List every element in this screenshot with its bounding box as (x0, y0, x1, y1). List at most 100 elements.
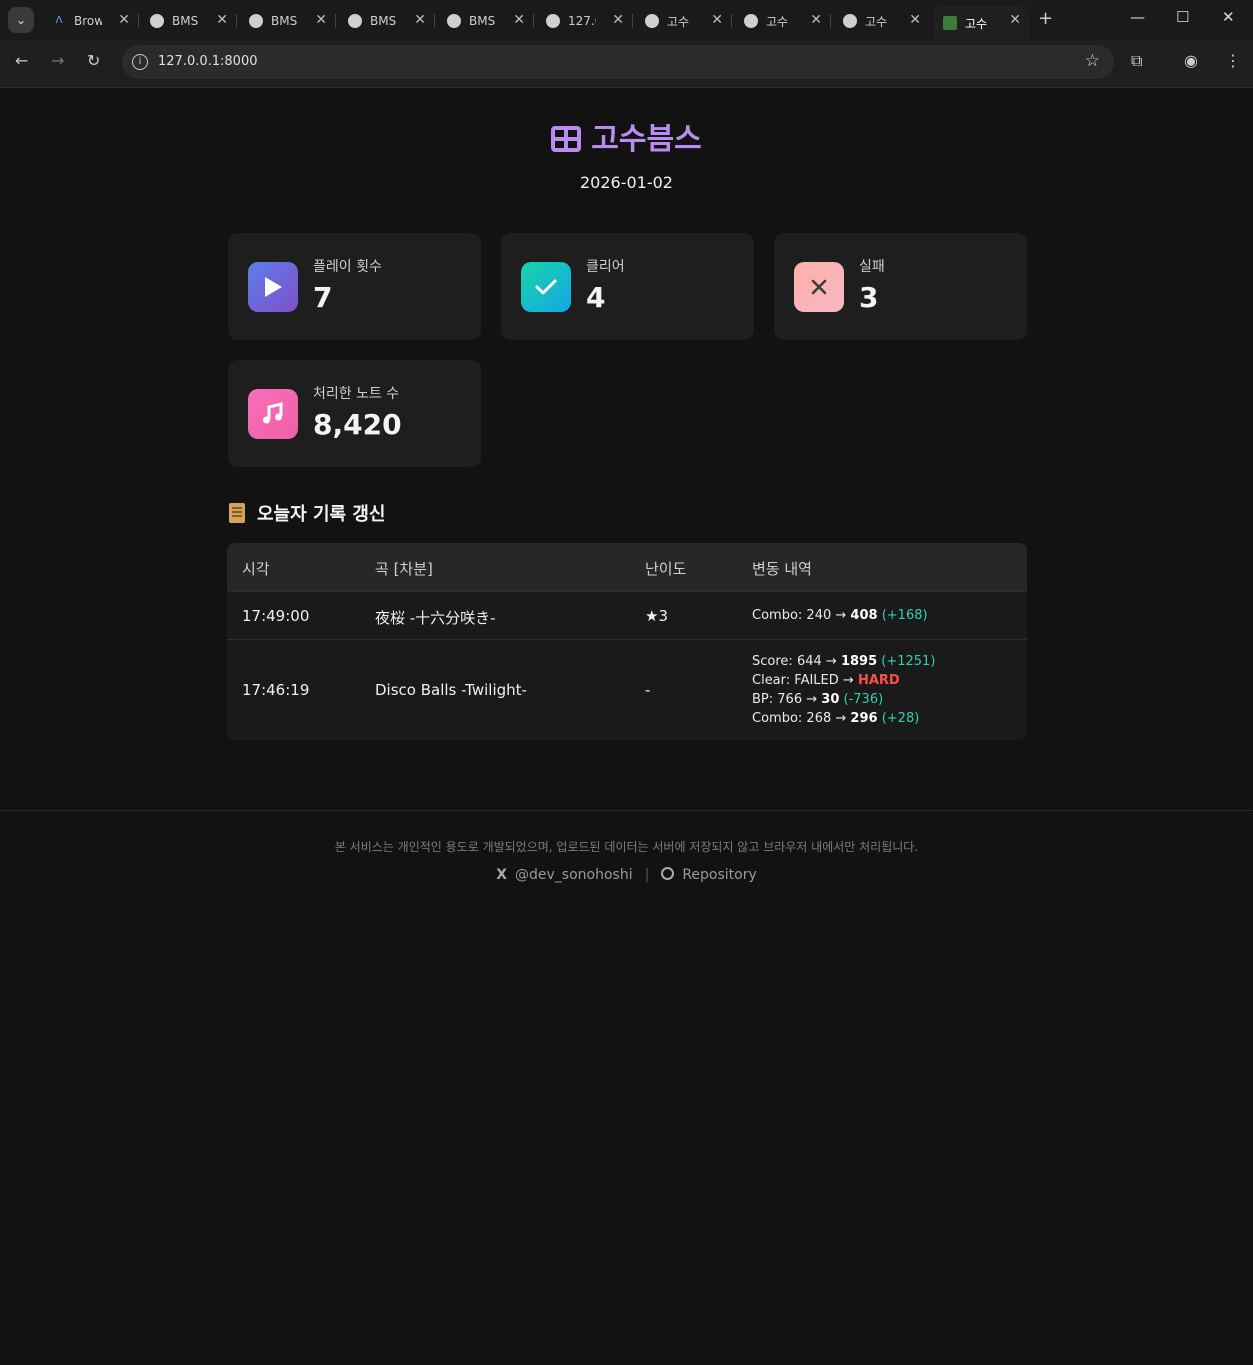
close-icon[interactable]: ✕ (1009, 12, 1021, 28)
stat-label: 처리한 노트 수 (313, 386, 400, 402)
tab-search-icon[interactable]: ⌄ (8, 7, 34, 33)
back-icon[interactable]: ← (15, 51, 28, 70)
globe-icon (843, 14, 857, 28)
tab-4[interactable]: BMS ✕ (437, 6, 534, 36)
globe-icon (249, 14, 263, 28)
twitter-link[interactable]: X @dev_sonohoshi (496, 867, 632, 883)
stat-label: 실패 (859, 259, 885, 275)
table-row: 17:49:00 夜桜 -十六分咲き- ★3 Combo: 240 → 408 … (227, 591, 1027, 639)
menu-icon[interactable]: ⋮ (1225, 51, 1241, 70)
browser-toolbar: ← → ↻ i 127.0.0.1:8000 ☆ ⧉ ◉ ⋮ (0, 40, 1253, 86)
stat-value: 8,420 (313, 408, 402, 441)
globe-icon (150, 14, 164, 28)
tab-title: Brow (74, 14, 102, 28)
stat-label: 플레이 횟수 (313, 259, 382, 275)
stat-card-plays: 플레이 횟수 7 (228, 233, 481, 340)
minimize-icon[interactable]: — (1130, 8, 1145, 26)
url-text: 127.0.0.1:8000 (158, 54, 258, 69)
globe-icon (546, 14, 560, 28)
address-bar[interactable]: i 127.0.0.1:8000 ☆ (122, 45, 1114, 79)
close-icon[interactable]: ✕ (711, 12, 723, 28)
tab-title: BMS (370, 14, 397, 28)
table-row: 17:46:19 Disco Balls -Twilight- - Score:… (227, 639, 1027, 740)
row-level: ★3 (645, 607, 668, 625)
tab-title: 고수 (865, 14, 888, 29)
title-text: 고수븜스 (591, 122, 702, 157)
tab-title: BMS (271, 14, 298, 28)
row-changes: Combo: 240 → 408 (+168) (752, 606, 928, 625)
section-title-text: 오늘자 기록 갱신 (257, 504, 386, 525)
change-line: Combo: 240 → 408 (+168) (752, 608, 928, 623)
stat-value: 4 (586, 281, 606, 314)
footer-note: 본 서비스는 개인적인 용도로 개발되었으며, 업로드된 데이터는 서버에 저장… (334, 840, 919, 854)
stat-card-clear: 클리어 4 (501, 233, 754, 340)
change-line: Combo: 268 → 296 (+28) (752, 711, 920, 726)
tab-title: BMS (469, 14, 496, 28)
column-header-level: 난이도 (645, 560, 687, 578)
profile-icon[interactable]: ◉ (1184, 51, 1198, 70)
github-icon (661, 867, 675, 880)
records-table: 시각 곡 [차분] 난이도 변동 내역 17:49:00 夜桜 -十六分咲き- … (227, 543, 1027, 740)
bookmark-star-icon[interactable]: ☆ (1085, 51, 1100, 71)
stat-card-notes: 처리한 노트 수 8,420 (228, 360, 481, 467)
globe-icon (744, 14, 758, 28)
tab-7[interactable]: 고수 ✕ (734, 6, 831, 36)
tab-8[interactable]: 고수 ✕ (833, 6, 929, 36)
repository-link[interactable]: Repository (661, 867, 757, 883)
row-time: 17:46:19 (242, 681, 310, 699)
close-icon[interactable]: ✕ (513, 12, 525, 28)
x-icon (794, 262, 844, 312)
site-info-icon[interactable]: i (132, 54, 148, 70)
row-level: - (645, 681, 651, 699)
globe-icon (447, 14, 461, 28)
tab-title: BMS (172, 14, 199, 28)
play-icon (248, 262, 298, 312)
tab-title: 고수 (667, 14, 690, 29)
row-changes: Score: 644 → 1895 (+1251) Clear: FAILED … (752, 652, 935, 728)
date-label: 2026-01-02 (580, 173, 673, 192)
tab-6[interactable]: 고수 ✕ (635, 6, 732, 36)
check-icon (521, 262, 571, 312)
close-window-icon[interactable]: ✕ (1222, 8, 1235, 26)
leaf-icon (943, 16, 957, 30)
extensions-icon[interactable]: ⧉ (1131, 51, 1142, 71)
close-icon[interactable]: ✕ (118, 12, 130, 28)
close-icon[interactable]: ✕ (216, 12, 228, 28)
browser-chrome: ⌄ ΛBrow✕ BMS✕ BMS✕ BMS✕ BMS✕ 127.0✕ 고수✕ … (0, 0, 1253, 88)
maximize-icon[interactable]: ☐ (1176, 8, 1189, 26)
tab-1[interactable]: BMS ✕ (140, 6, 237, 36)
row-time: 17:49:00 (242, 607, 310, 625)
reload-icon[interactable]: ↻ (87, 51, 100, 70)
tab-title: 고수 (766, 14, 789, 29)
tab-0[interactable]: Λ Brow ✕ (42, 6, 139, 36)
change-line: BP: 766 → 30 (-736) (752, 692, 884, 707)
close-icon[interactable]: ✕ (909, 12, 921, 28)
change-line: Clear: FAILED → HARD (752, 673, 900, 688)
tab-strip: ⌄ ΛBrow✕ BMS✕ BMS✕ BMS✕ BMS✕ 127.0✕ 고수✕ … (0, 0, 1253, 40)
footer-links: X @dev_sonohoshi | Repository (496, 867, 757, 883)
new-tab-icon[interactable]: + (1038, 8, 1053, 29)
scroll-icon (229, 503, 245, 523)
tab-2[interactable]: BMS ✕ (239, 6, 336, 36)
browser-logo-icon: Λ (55, 15, 63, 26)
records-section-title: 오늘자 기록 갱신 (229, 500, 385, 526)
table-header: 시각 곡 [차분] 난이도 변동 내역 (227, 543, 1027, 591)
close-icon[interactable]: ✕ (414, 12, 426, 28)
stat-value: 7 (313, 281, 333, 314)
column-header-song: 곡 [차분] (375, 560, 433, 578)
stat-value: 3 (859, 281, 879, 314)
tab-title: 127.0 (568, 14, 596, 28)
globe-icon (645, 14, 659, 28)
page-title: 고수븜스 (1, 114, 1252, 158)
row-song: Disco Balls -Twilight- (375, 681, 527, 699)
column-header-changes: 변동 내역 (752, 560, 812, 578)
close-icon[interactable]: ✕ (810, 12, 822, 28)
tab-9-active[interactable]: 고수 ✕ (933, 6, 1029, 40)
close-icon[interactable]: ✕ (315, 12, 327, 28)
page-content: 고수븜스 2026-01-02 플레이 횟수 7 클리어 4 실패 3 처리한 … (1, 88, 1252, 1364)
close-icon[interactable]: ✕ (612, 12, 624, 28)
tab-3[interactable]: BMS ✕ (338, 6, 435, 36)
tab-5[interactable]: 127.0 ✕ (536, 6, 633, 36)
change-line: Score: 644 → 1895 (+1251) (752, 654, 936, 669)
forward-icon[interactable]: → (51, 51, 64, 70)
